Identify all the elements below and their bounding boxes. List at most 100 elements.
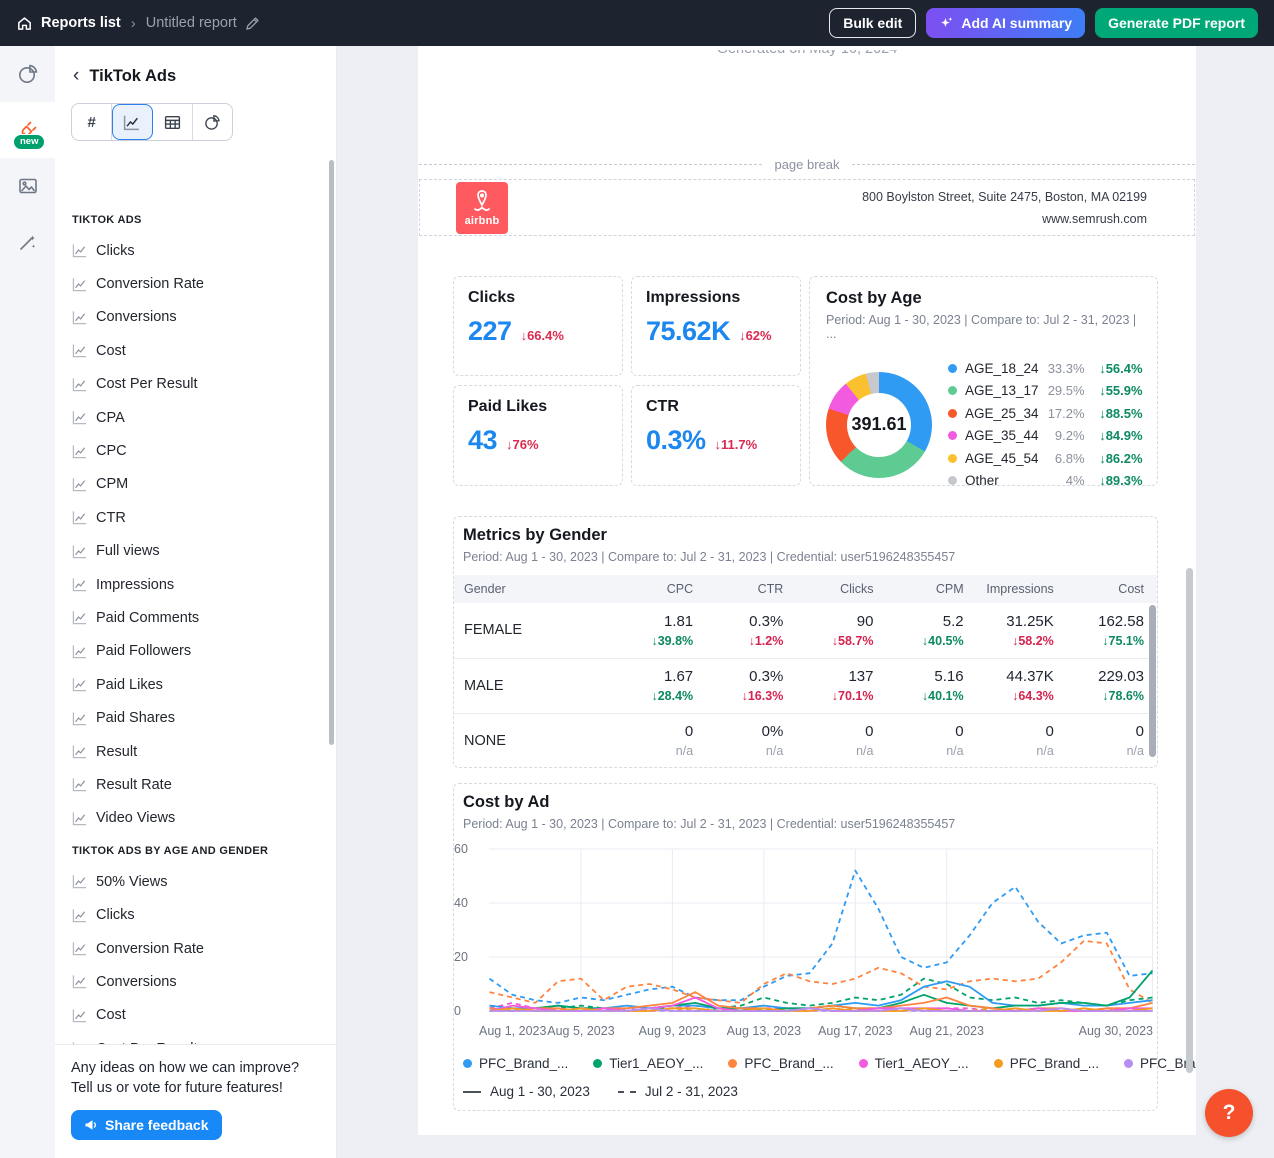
kpi-widget-impressions[interactable]: Impressions75.62K↓62%	[631, 276, 801, 376]
help-button[interactable]: ?	[1205, 1089, 1253, 1137]
generate-pdf-button[interactable]: Generate PDF report	[1095, 8, 1258, 38]
kpi-delta: ↓66.4%	[521, 328, 564, 343]
cell-value: 0.3%	[706, 613, 783, 630]
rail-item-integrations[interactable]: new	[0, 102, 55, 158]
x-tick-label: Aug 1, 2023	[479, 1024, 546, 1038]
legend-label: AGE_13_17	[965, 383, 1039, 398]
toggle-pie-chart-view[interactable]	[193, 104, 232, 140]
sidebar-item-paid-likes[interactable]: Paid Likes	[55, 668, 336, 701]
sidebar-item-cost[interactable]: Cost	[55, 334, 336, 367]
line-chart-icon	[72, 444, 87, 459]
line-chart-icon	[72, 477, 87, 492]
y-tick-label: 60	[454, 842, 480, 856]
sidebar-item-cpa[interactable]: CPA	[55, 401, 336, 434]
sidebar-item-conversions[interactable]: Conversions	[55, 301, 336, 334]
report-canvas: Generated on May 16, 2024 page break air…	[337, 46, 1274, 1158]
sidebar-item-conversion-rate[interactable]: Conversion Rate	[55, 267, 336, 300]
cost-by-ad-widget[interactable]: Cost by Ad Period: Aug 1 - 30, 2023 | Co…	[453, 783, 1158, 1111]
donut-legend-item-age-25-34: AGE_25_3417.2%↓88.5%	[948, 402, 1143, 425]
kpi-widget-clicks[interactable]: Clicks227↓66.4%	[453, 276, 623, 376]
metrics-by-gender-widget[interactable]: Metrics by Gender Period: Aug 1 - 30, 20…	[453, 516, 1158, 768]
feedback-line2: Tell us or vote for future features!	[71, 1078, 320, 1098]
donut-legend-item-age-13-17: AGE_13_1729.5%↓55.9%	[948, 380, 1143, 403]
kpi-delta: ↓11.7%	[715, 437, 758, 452]
x-tick-label: Aug 17, 2023	[818, 1024, 892, 1038]
kpi-widget-ctr[interactable]: CTR0.3%↓11.7%	[631, 385, 801, 486]
donut-legend-item-age-35-44: AGE_35_449.2%↓84.9%	[948, 425, 1143, 448]
line-chart-icon	[72, 510, 87, 525]
cell-value: 0.3%	[706, 668, 783, 685]
sidebar-item-label: Video Views	[96, 810, 175, 826]
sidebar-item-video-views[interactable]: Video Views	[55, 802, 336, 835]
back-button[interactable]: ‹	[73, 66, 79, 87]
legend-percent: 29.5%	[1039, 383, 1085, 398]
sidebar-item-result[interactable]: Result	[55, 735, 336, 768]
table-scrollbar[interactable]	[1149, 605, 1156, 757]
metric-cell: 229.03↓78.6%	[1067, 658, 1157, 713]
sidebar-item-label: Conversion Rate	[96, 276, 204, 292]
sidebar-item-label: Conversions	[96, 974, 177, 990]
breadcrumb-reports-list[interactable]: Reports list	[16, 15, 121, 32]
sidebar-item-conversions[interactable]: Conversions	[55, 965, 336, 998]
legend-percent: 17.2%	[1039, 406, 1085, 421]
sidebar-item-cpm[interactable]: CPM	[55, 468, 336, 501]
add-ai-summary-button[interactable]: Add AI summary	[926, 8, 1085, 38]
sidebar-item-conversion-rate[interactable]: Conversion Rate	[55, 932, 336, 965]
page-scrollbar[interactable]	[1186, 568, 1193, 1073]
brand-header-widget[interactable]: airbnb 800 Boylston Street, Suite 2475, …	[419, 179, 1195, 236]
rail-item-images[interactable]	[0, 158, 55, 214]
sidebar-item-paid-followers[interactable]: Paid Followers	[55, 635, 336, 668]
sidebar-item-paid-comments[interactable]: Paid Comments	[55, 601, 336, 634]
sidebar-item-clicks[interactable]: Clicks	[55, 234, 336, 267]
rail-item-widgets[interactable]	[0, 46, 55, 102]
bulk-edit-button[interactable]: Bulk edit	[829, 8, 916, 38]
sidebar-item-cpc[interactable]: CPC	[55, 434, 336, 467]
toggle-line-chart-view[interactable]	[112, 104, 152, 140]
line-chart-icon	[72, 908, 87, 923]
legend-delta: ↓86.2%	[1085, 451, 1143, 466]
table-row-none: NONE0n/a0%n/a0n/a0n/a0n/a0n/a	[454, 713, 1157, 768]
metric-cell: 5.16↓40.1%	[886, 658, 976, 713]
column-header-cpm: CPM	[886, 575, 976, 603]
cell-value: 1.67	[616, 668, 693, 685]
sidebar-item-ctr[interactable]: CTR	[55, 501, 336, 534]
sidebar-item-label: Full views	[96, 543, 160, 559]
legend-delta: ↓89.3%	[1085, 473, 1143, 488]
cell-value: 137	[796, 668, 873, 685]
sidebar-item-cost-per-result[interactable]: Cost Per Result	[55, 1032, 336, 1044]
page-break-label: page break	[774, 157, 839, 172]
sidebar-item-full-views[interactable]: Full views	[55, 535, 336, 568]
toggle-number-view[interactable]: #	[72, 104, 112, 140]
table-header-row: GenderCPCCTRClicksCPMImpressionsCost	[454, 575, 1157, 603]
edit-pencil-icon[interactable]	[245, 16, 260, 31]
cell-delta: ↓78.6%	[1067, 689, 1144, 703]
kpi-widget-grid: Cost by Age Period: Aug 1 - 30, 2023 | C…	[453, 276, 1158, 486]
legend-label: AGE_18_24	[965, 361, 1039, 376]
column-header-cpc: CPC	[616, 575, 706, 603]
rail-item-ai-tools[interactable]	[0, 214, 55, 270]
sidebar-item-paid-shares[interactable]: Paid Shares	[55, 701, 336, 734]
cost-by-age-widget[interactable]: Cost by Age Period: Aug 1 - 30, 2023 | C…	[809, 276, 1158, 486]
cell-delta: n/a	[796, 744, 873, 758]
left-icon-rail: new	[0, 46, 55, 1158]
kpi-title: Clicks	[468, 289, 608, 307]
sidebar-scrollbar[interactable]	[329, 160, 334, 745]
metric-cell: 0n/a	[1067, 713, 1157, 768]
toggle-table-view[interactable]	[153, 104, 193, 140]
sidebar-item-cost-per-result[interactable]: Cost Per Result	[55, 368, 336, 401]
sidebar-item-50-views[interactable]: 50% Views	[55, 865, 336, 898]
cell-delta: n/a	[616, 744, 693, 758]
cell-delta: ↓1.2%	[706, 634, 783, 648]
magic-wand-icon	[17, 231, 39, 253]
sidebar-item-cost[interactable]: Cost	[55, 999, 336, 1032]
share-feedback-button[interactable]: Share feedback	[71, 1110, 222, 1140]
sidebar-item-clicks[interactable]: Clicks	[55, 898, 336, 931]
metric-cell: 0n/a	[616, 713, 706, 768]
sidebar-item-label: Paid Likes	[96, 677, 163, 693]
kpi-widget-paid-likes[interactable]: Paid Likes43↓76%	[453, 385, 623, 486]
x-tick-label: Aug 5, 2023	[547, 1024, 614, 1038]
donut-center-value: 391.61	[851, 414, 906, 435]
sidebar-item-impressions[interactable]: Impressions	[55, 568, 336, 601]
cell-delta: n/a	[706, 744, 783, 758]
sidebar-item-result-rate[interactable]: Result Rate	[55, 768, 336, 801]
